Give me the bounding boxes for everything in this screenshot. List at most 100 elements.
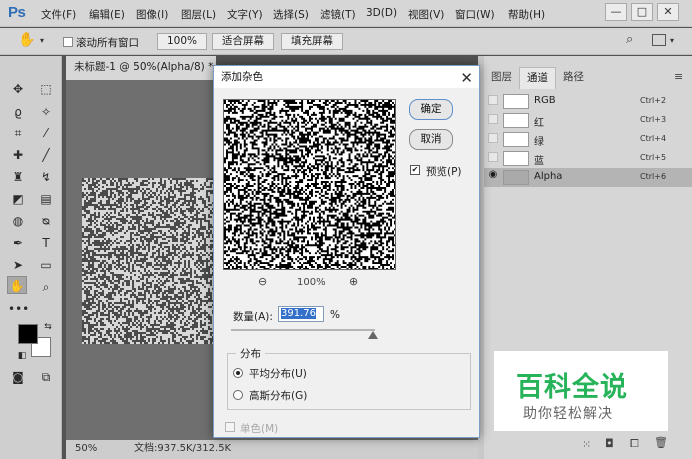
menu-help[interactable]: 帮助(H) xyxy=(508,7,545,22)
swap-colors-icon[interactable]: ⇆ xyxy=(38,318,58,336)
close-window-button[interactable]: ✕ xyxy=(657,3,679,21)
screen-mode-icon[interactable]: ⧉ xyxy=(36,368,56,386)
channel-name: Alpha xyxy=(534,171,563,182)
pen-tool-icon[interactable]: ✒ xyxy=(8,234,28,252)
tab-layers[interactable]: 图层 xyxy=(484,67,519,89)
gaussian-radio[interactable] xyxy=(233,390,243,400)
visibility-eye-icon[interactable]: ◉ xyxy=(488,170,498,181)
amount-input[interactable]: 391.76 xyxy=(278,306,324,322)
healing-brush-tool-icon[interactable]: ✚ xyxy=(8,146,28,164)
magic-wand-tool-icon[interactable]: ✧ xyxy=(36,103,56,121)
menu-file[interactable]: 文件(F) xyxy=(41,7,76,22)
load-channel-selection-icon[interactable]: ⁙ xyxy=(582,438,591,451)
foreground-color-swatch[interactable] xyxy=(18,324,38,344)
document-tab[interactable]: 未标题-1 @ 50%(Alpha/8) * xyxy=(66,56,216,80)
tab-paths[interactable]: 路径 xyxy=(556,67,591,89)
channel-shortcut: Ctrl+4 xyxy=(640,134,667,143)
tools-panel: ✥ ⬚ ϱ ✧ ⌗ ⁄ ✚ ╱ ♜ ↯ ◩ ▤ ◍ ᴓ ✒ T ➤ ▭ ✋ ⌕ … xyxy=(0,56,62,459)
menu-image[interactable]: 图像(I) xyxy=(136,7,168,22)
hand-tool-icon[interactable]: ✋ xyxy=(7,276,27,294)
default-colors-icon[interactable]: ◧ xyxy=(12,347,32,365)
quick-mask-icon[interactable]: ◙ xyxy=(8,368,28,386)
save-selection-channel-icon[interactable]: ◘ xyxy=(605,437,614,450)
history-brush-tool-icon[interactable]: ↯ xyxy=(36,168,56,186)
minimize-button[interactable]: — xyxy=(605,3,627,21)
move-tool-icon[interactable]: ✥ xyxy=(8,80,28,98)
distribution-title: 分布 xyxy=(236,346,265,361)
visibility-eye-icon[interactable] xyxy=(488,133,498,143)
visibility-eye-icon[interactable] xyxy=(488,114,498,124)
channel-row-alpha[interactable]: ◉ Alpha Ctrl+6 xyxy=(484,168,692,187)
menu-3d[interactable]: 3D(D) xyxy=(366,7,397,19)
channel-row-rgb[interactable]: RGB Ctrl+2 xyxy=(484,92,692,111)
amount-label: 数量(A): xyxy=(233,311,273,323)
zoom-in-icon[interactable]: ⊕ xyxy=(349,275,358,288)
visibility-eye-icon[interactable] xyxy=(488,152,498,162)
menu-layer[interactable]: 图层(L) xyxy=(181,7,216,22)
scroll-all-windows-checkbox[interactable] xyxy=(63,37,73,47)
zoom-out-icon[interactable]: ⊖ xyxy=(258,275,267,288)
uniform-radio[interactable] xyxy=(233,368,243,378)
eyedropper-tool-icon[interactable]: ⁄ xyxy=(36,124,56,142)
menu-window[interactable]: 窗口(W) xyxy=(455,7,495,22)
gradient-tool-icon[interactable]: ▤ xyxy=(36,190,56,208)
marquee-tool-icon[interactable]: ⬚ xyxy=(36,80,56,98)
fill-screen-button[interactable]: 填充屏幕 xyxy=(281,33,343,50)
cancel-button[interactable]: 取消 xyxy=(409,129,453,150)
search-icon[interactable]: ⌕ xyxy=(626,32,633,47)
channel-thumbnail xyxy=(503,113,529,128)
menu-select[interactable]: 选择(S) xyxy=(273,7,309,22)
add-noise-dialog: 添加杂色 ✕ 确定 取消 ✔ 预览(P) ⊖ 100% ⊕ 数量(A): 391… xyxy=(213,65,480,438)
type-tool-icon[interactable]: T xyxy=(36,234,56,252)
ok-button[interactable]: 确定 xyxy=(409,99,453,120)
more-tools-icon[interactable]: ••• xyxy=(8,300,29,318)
channel-shortcut: Ctrl+5 xyxy=(640,153,667,162)
lasso-tool-icon[interactable]: ϱ xyxy=(8,103,28,121)
workspace-dropdown-icon[interactable]: ▾ xyxy=(670,36,674,45)
delete-channel-icon[interactable]: 🗑 xyxy=(654,436,668,449)
filter-preview[interactable] xyxy=(223,99,396,270)
channel-row-green[interactable]: 绿 Ctrl+4 xyxy=(484,130,692,149)
menu-filter[interactable]: 滤镜(T) xyxy=(320,7,356,22)
scroll-all-windows-label: 滚动所有窗口 xyxy=(76,37,139,49)
menu-view[interactable]: 视图(V) xyxy=(408,7,444,22)
channel-row-blue[interactable]: 蓝 Ctrl+5 xyxy=(484,149,692,168)
preset-dropdown-icon[interactable]: ▾ xyxy=(40,36,44,45)
brush-tool-icon[interactable]: ╱ xyxy=(36,146,56,164)
workspace-icon[interactable] xyxy=(652,34,666,46)
monochromatic-label: 单色(M) xyxy=(240,423,279,435)
blur-tool-icon[interactable]: ◍ xyxy=(8,212,28,230)
new-channel-icon[interactable]: ⧠ xyxy=(630,437,639,451)
path-selection-tool-icon[interactable]: ➤ xyxy=(8,256,28,274)
amount-slider-thumb[interactable] xyxy=(368,331,378,339)
channel-thumbnail xyxy=(503,132,529,147)
menu-type[interactable]: 文字(Y) xyxy=(227,7,263,22)
watermark-title: 百科全说 xyxy=(516,372,628,403)
hand-tool-preset-icon[interactable]: ✋ xyxy=(18,32,35,48)
crop-tool-icon[interactable]: ⌗ xyxy=(8,124,28,142)
eraser-tool-icon[interactable]: ◩ xyxy=(8,190,28,208)
monochromatic-checkbox[interactable] xyxy=(225,422,235,432)
channel-name: 红 xyxy=(534,118,544,129)
menu-edit[interactable]: 编辑(E) xyxy=(89,7,125,22)
fit-screen-button[interactable]: 适合屏幕 xyxy=(212,33,274,50)
rectangle-tool-icon[interactable]: ▭ xyxy=(36,256,56,274)
tab-channels[interactable]: 通道 xyxy=(519,67,556,89)
gaussian-label: 高斯分布(G) xyxy=(249,390,308,402)
zoom-100-button[interactable]: 100% xyxy=(157,33,207,50)
visibility-eye-icon[interactable] xyxy=(488,95,498,105)
document-canvas[interactable] xyxy=(82,178,215,344)
maximize-button[interactable]: □ xyxy=(631,3,653,21)
panel-menu-icon[interactable]: ≡ xyxy=(674,70,683,83)
dodge-tool-icon[interactable]: ᴓ xyxy=(36,212,56,230)
amount-slider-track[interactable] xyxy=(231,329,375,331)
status-zoom[interactable]: 50% xyxy=(75,440,97,458)
channel-name: RGB xyxy=(534,95,556,106)
zoom-tool-icon[interactable]: ⌕ xyxy=(36,278,56,296)
channel-shortcut: Ctrl+2 xyxy=(640,96,667,105)
preview-checkbox[interactable]: ✔ xyxy=(410,165,420,175)
channel-row-red[interactable]: 红 Ctrl+3 xyxy=(484,111,692,130)
close-icon[interactable]: ✕ xyxy=(460,67,473,89)
status-bar: 50% 文档:937.5K/312.5K xyxy=(66,440,478,459)
clone-stamp-tool-icon[interactable]: ♜ xyxy=(8,168,28,186)
